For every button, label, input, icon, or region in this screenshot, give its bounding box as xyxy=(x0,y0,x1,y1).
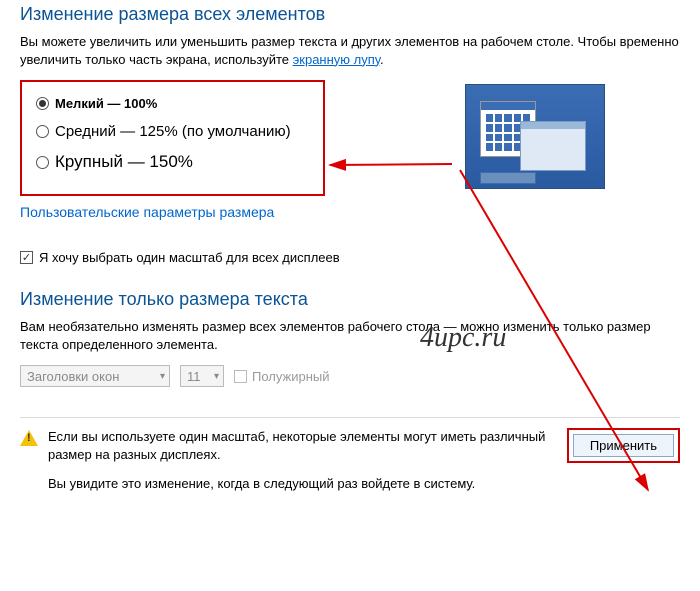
apply-button[interactable]: Применить xyxy=(573,434,674,457)
display-preview-image xyxy=(465,84,605,189)
radio-scale-large[interactable]: Крупный — 150% xyxy=(36,152,305,172)
radio-label-large: Крупный — 150% xyxy=(55,152,193,172)
footer-text: Если вы используете один масштаб, некото… xyxy=(48,428,557,503)
section-desc: Вы можете увеличить или уменьшить размер… xyxy=(20,33,680,68)
divider xyxy=(20,417,680,418)
magnifier-link[interactable]: экранную лупу xyxy=(293,52,380,67)
warning-icon xyxy=(20,430,38,446)
bold-label: Полужирный xyxy=(252,369,330,384)
warn-line-2: Вы увидите это изменение, когда в следую… xyxy=(48,475,557,493)
radio-icon xyxy=(36,156,49,169)
bold-checkbox[interactable]: Полужирный xyxy=(234,369,330,384)
scale-options-group: Мелкий — 100% Средний — 125% (по умолчан… xyxy=(20,80,325,196)
section2-desc: Вам необязательно изменять размер всех э… xyxy=(20,318,680,353)
checkbox-single-scale[interactable]: ✓ Я хочу выбрать один масштаб для всех д… xyxy=(20,250,680,265)
section-heading-text-only: Изменение только размера текста xyxy=(20,289,680,310)
checkbox-label: Я хочу выбрать один масштаб для всех дис… xyxy=(39,250,340,265)
fontsize-combo[interactable]: 11 ▾ xyxy=(180,365,224,387)
chevron-down-icon: ▾ xyxy=(214,371,219,382)
desc-text-b: . xyxy=(380,52,384,67)
apply-highlight: Применить xyxy=(567,428,680,463)
checkbox-icon xyxy=(234,370,247,383)
element-combo-value: Заголовки окон xyxy=(27,369,119,384)
radio-label-medium: Средний — 125% (по умолчанию) xyxy=(55,123,291,140)
radio-icon xyxy=(36,97,49,110)
custom-size-link[interactable]: Пользовательские параметры размера xyxy=(20,204,325,220)
fontsize-combo-value: 11 xyxy=(187,369,201,384)
element-combo[interactable]: Заголовки окон ▾ xyxy=(20,365,170,387)
radio-label-small: Мелкий — 100% xyxy=(55,96,157,111)
warn-line-1: Если вы используете один масштаб, некото… xyxy=(48,428,557,464)
chevron-down-icon: ▾ xyxy=(160,371,165,382)
section-heading-resize-all: Изменение размера всех элементов xyxy=(20,4,680,25)
radio-icon xyxy=(36,125,49,138)
checkbox-icon: ✓ xyxy=(20,251,33,264)
radio-scale-small[interactable]: Мелкий — 100% xyxy=(36,96,305,111)
radio-scale-medium[interactable]: Средний — 125% (по умолчанию) xyxy=(36,123,305,140)
